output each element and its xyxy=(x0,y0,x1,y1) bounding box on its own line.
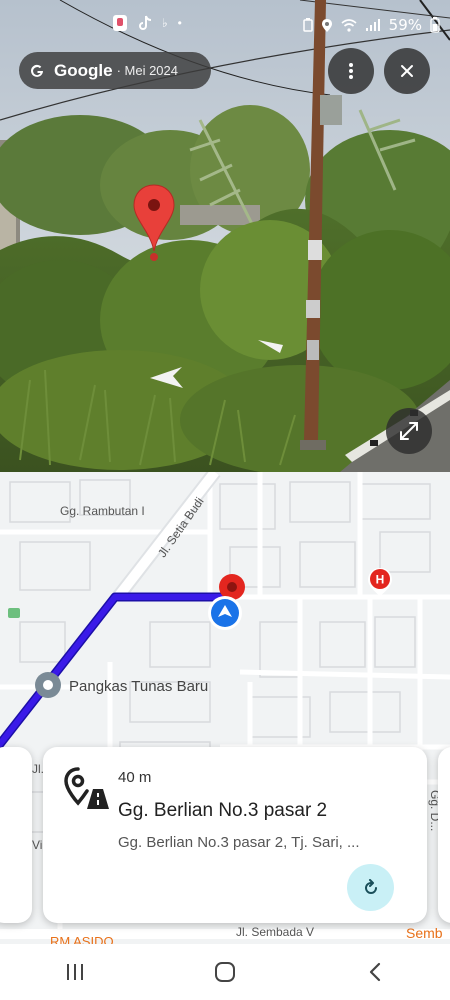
status-notification-icons: ♭ • xyxy=(112,14,182,32)
back-icon xyxy=(369,962,381,982)
map-street-label: Gg. Rambutan I xyxy=(60,504,145,518)
status-right-group: 59% xyxy=(302,16,440,34)
battery-percent: 59% xyxy=(388,16,422,34)
home-icon xyxy=(215,962,235,982)
street-view-panel[interactable]: ♭ • 59% Google · Mei 2024 xyxy=(0,0,450,472)
previous-place-card[interactable] xyxy=(0,747,32,923)
street-view-place-pin-icon xyxy=(133,184,175,261)
place-card[interactable]: 40 m Gg. Berlian No.3 pasar 2 Gg. Berlia… xyxy=(43,747,427,923)
app-notification-icon xyxy=(113,15,127,31)
hospital-icon[interactable]: H xyxy=(366,566,394,598)
chip-brand-label: Google xyxy=(54,60,113,80)
place-address: Gg. Berlian No.3 pasar 2, Tj. Sari, ... xyxy=(118,834,360,851)
tiktok-icon xyxy=(139,15,152,30)
poi-marker-icon[interactable] xyxy=(34,671,62,699)
battery-saver-icon xyxy=(302,18,313,32)
map-street-label: Jl. Sembada V xyxy=(236,925,315,939)
next-place-card[interactable] xyxy=(438,747,450,923)
recents-button[interactable] xyxy=(45,952,105,992)
dot-icon: • xyxy=(177,16,182,30)
svg-text:H: H xyxy=(376,573,385,587)
recents-icon xyxy=(67,964,83,980)
place-road-icon xyxy=(64,767,109,809)
poi-label-pangkas[interactable]: Pangkas Tunas Baru xyxy=(69,678,208,695)
signal-icon xyxy=(365,18,380,31)
fullscreen-button[interactable] xyxy=(386,408,432,454)
map-poi-label: Semb xyxy=(406,925,443,941)
google-g-icon xyxy=(31,64,43,77)
chip-date-label: · Mei 2024 xyxy=(116,63,178,78)
wifi-icon xyxy=(341,18,357,32)
location-status-icon xyxy=(321,18,332,32)
more-vert-icon xyxy=(349,63,353,79)
home-button[interactable] xyxy=(195,952,255,992)
place-title: Gg. Berlian No.3 pasar 2 xyxy=(118,800,328,821)
imagery-date-chip[interactable]: Google · Mei 2024 xyxy=(19,52,211,89)
screen: ♭ • 59% Google · Mei 2024 Gg. Rambutan I… xyxy=(0,0,450,1000)
fullscreen-icon xyxy=(400,422,418,440)
refresh-button[interactable] xyxy=(347,864,394,911)
place-distance: 40 m xyxy=(118,769,152,786)
close-street-view-button[interactable] xyxy=(384,48,430,94)
battery-icon xyxy=(430,17,440,33)
system-nav-bar xyxy=(0,944,450,1000)
map-poi-label: RM ASIDO xyxy=(50,934,114,944)
sound-icon: ♭ xyxy=(162,16,168,30)
current-location-icon[interactable] xyxy=(206,594,244,632)
back-button[interactable] xyxy=(345,952,405,992)
map-street-label: Vi xyxy=(32,838,43,852)
more-options-button[interactable] xyxy=(328,48,374,94)
status-bar: ♭ • 59% xyxy=(0,0,450,40)
close-icon xyxy=(401,65,413,77)
refresh-icon xyxy=(364,878,377,894)
